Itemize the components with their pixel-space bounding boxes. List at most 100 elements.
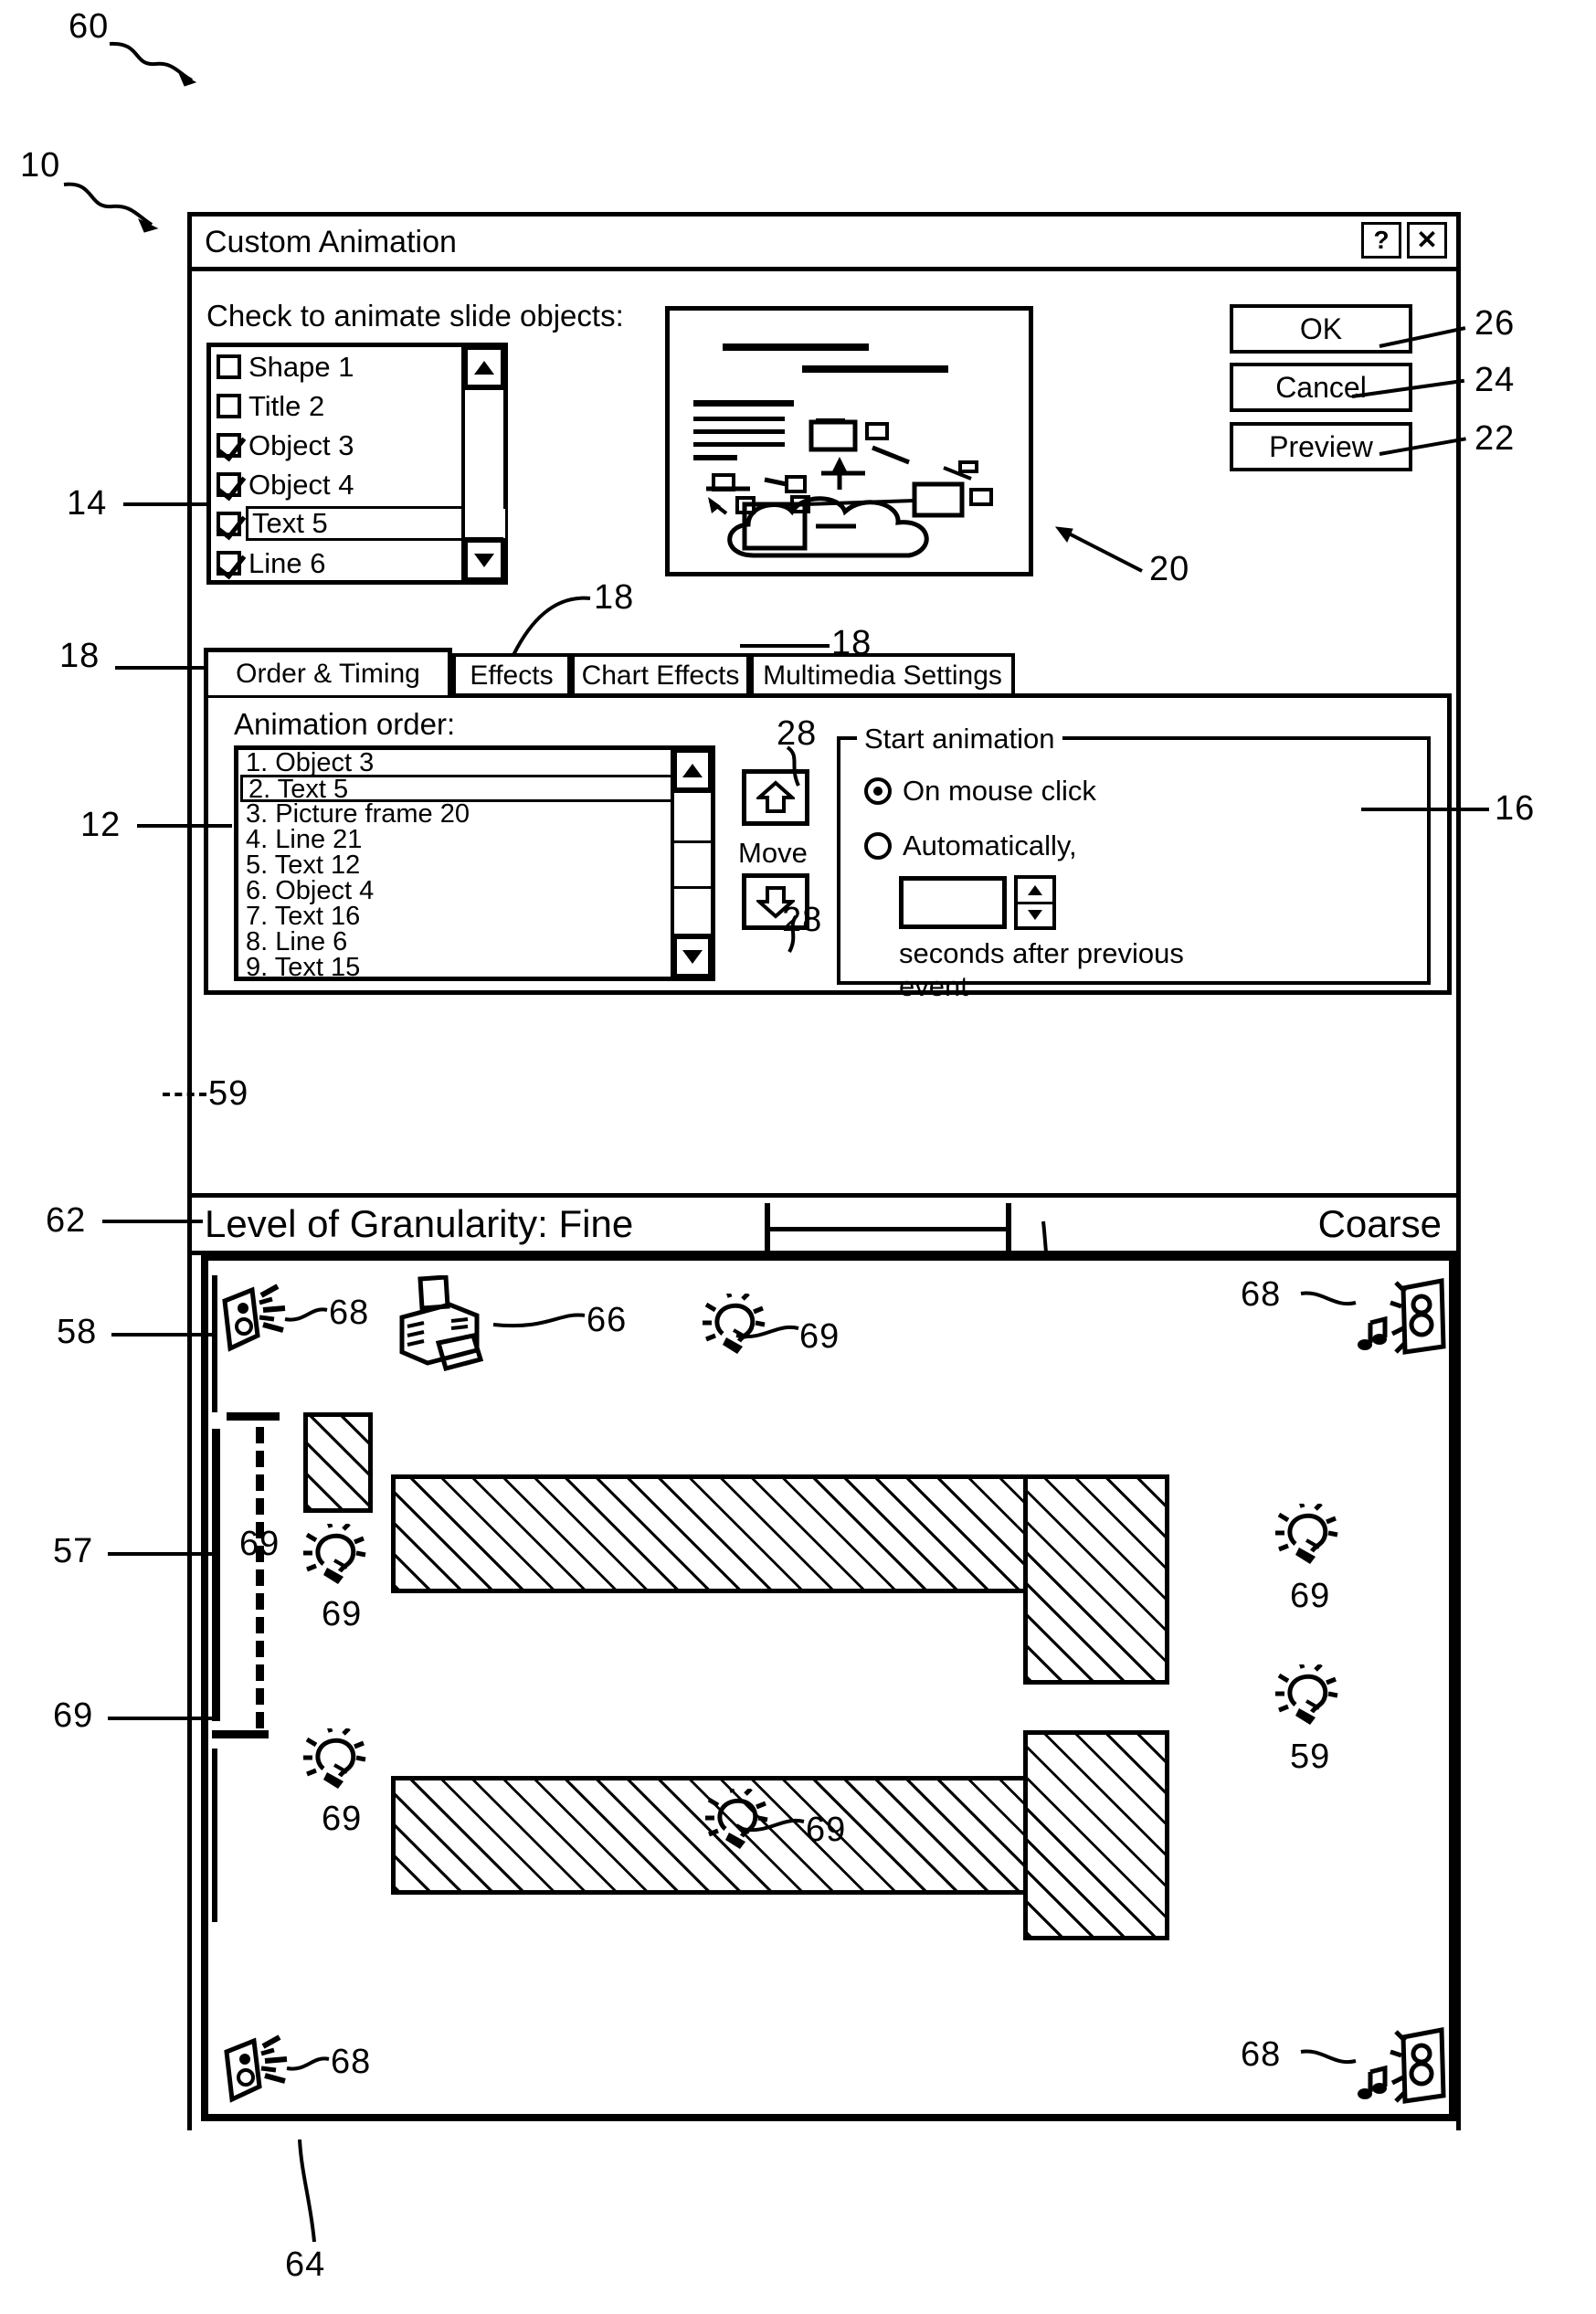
- patent-figure-canvas: 60 10 Custom Animation ? ✕ Check to anim…: [0, 0, 1596, 2314]
- lightbulb-icon: [1272, 1664, 1352, 1736]
- wall-stub-lower: [212, 1730, 269, 1738]
- list-item[interactable]: Object 4: [211, 465, 503, 504]
- list-item[interactable]: Object 3: [211, 426, 503, 465]
- tab-order-timing[interactable]: Order & Timing: [204, 648, 452, 695]
- lead-line-59: [163, 1093, 206, 1096]
- animation-order-scrollbar[interactable]: [671, 750, 711, 977]
- reference-numeral-22: 22: [1474, 419, 1516, 458]
- list-item[interactable]: 7. Text 16: [238, 903, 711, 930]
- dialog-title: Custom Animation: [205, 224, 457, 259]
- slide-preview-thumbnail[interactable]: [665, 306, 1033, 576]
- lightbulb-icon: [300, 1524, 380, 1595]
- group-title: Start animation: [857, 723, 1062, 755]
- list-item-selected[interactable]: Text 5: [211, 504, 508, 544]
- tab-strip: Order & Timing Effects Chart Effects Mul…: [204, 648, 1452, 695]
- list-item[interactable]: Title 2: [211, 386, 503, 426]
- spinner-up-icon[interactable]: [1018, 879, 1052, 904]
- radio-on-mouse-click[interactable]: On mouse click: [864, 775, 1096, 808]
- list-item-label: 9. Text 15: [246, 953, 361, 982]
- checkbox-checked-icon[interactable]: [217, 433, 241, 458]
- checkbox-checked-icon[interactable]: [217, 512, 241, 536]
- reference-numeral-18-b: 18: [831, 624, 872, 662]
- lead-line-69-top: [735, 1325, 799, 1339]
- start-animation-group: Start animation On mouse click Automatic…: [837, 723, 1431, 1002]
- lead-line-68-bl: [286, 2056, 330, 2071]
- delay-suffix-line2: event: [899, 970, 968, 1002]
- reference-numeral-59-label: 59: [208, 1074, 249, 1113]
- checkbox-icon[interactable]: [217, 394, 241, 418]
- reference-numeral-69-bot: 69: [806, 1811, 847, 1849]
- animation-order-label: Animation order:: [234, 707, 456, 741]
- reference-numeral-68-br: 68: [1241, 2035, 1282, 2074]
- slide-object-checklist[interactable]: Shape 1 Title 2 Object 3 Object 4 Text 5: [206, 343, 508, 585]
- checkbox-icon[interactable]: [217, 354, 241, 379]
- scroll-up-icon[interactable]: [465, 347, 503, 387]
- list-item[interactable]: 1. Object 3: [238, 748, 711, 777]
- lead-line-28-up: [786, 745, 800, 787]
- reference-numeral-68-tr: 68: [1241, 1275, 1282, 1314]
- radio-button-icon[interactable]: [864, 777, 892, 805]
- order-timing-panel: Animation order: 1. Object 3 2. Text 5 3…: [80, 693, 1534, 1002]
- tab-effects[interactable]: Effects: [452, 653, 571, 695]
- reference-numeral-59: 69: [239, 1525, 280, 1563]
- list-item[interactable]: 5. Text 12: [238, 852, 711, 879]
- list-item[interactable]: Shape 1: [211, 347, 503, 386]
- list-item[interactable]: 8. Line 6: [238, 929, 711, 956]
- list-item[interactable]: Line 6: [211, 544, 503, 583]
- hatched-block-lower-right: [1023, 1730, 1169, 1940]
- list-item-label: Object 3: [248, 428, 354, 461]
- scroll-up-icon[interactable]: [674, 750, 711, 790]
- list-item[interactable]: 4. Line 21: [238, 827, 711, 853]
- lead-line-57: [108, 1552, 212, 1556]
- lead-line-14: [123, 502, 209, 506]
- speaker-icon: [1354, 2026, 1454, 2114]
- close-icon[interactable]: ✕: [1407, 222, 1447, 259]
- tab-multimedia-settings[interactable]: Multimedia Settings: [750, 653, 1015, 695]
- reference-numeral-69-top: 69: [799, 1317, 840, 1356]
- delay-input[interactable]: [899, 876, 1007, 929]
- spinner-down-icon[interactable]: [1018, 904, 1052, 927]
- reference-numeral-62: 62: [46, 1201, 87, 1240]
- help-icon[interactable]: ?: [1361, 222, 1401, 259]
- scrollbar-thumb[interactable]: [674, 840, 711, 889]
- lead-line-60: [109, 41, 197, 87]
- lead-line-28-down: [787, 915, 798, 953]
- scroll-down-icon[interactable]: [674, 936, 711, 977]
- reference-numeral-69-ll: 69: [322, 1800, 363, 1838]
- animation-order-list[interactable]: 1. Object 3 2. Text 5 3. Picture frame 2…: [234, 745, 715, 981]
- lead-line-64: [298, 2139, 316, 2243]
- spinner-buttons[interactable]: [1014, 875, 1056, 930]
- list-item-label: Shape 1: [248, 350, 354, 383]
- list-item-label: 2. Text 5: [240, 775, 713, 803]
- slide-thumbnail-graphic: [693, 343, 993, 558]
- scrollbar-track[interactable]: [674, 790, 711, 936]
- list-item-selected[interactable]: 2. Text 5: [238, 775, 713, 803]
- scrollbar-track[interactable]: [465, 387, 503, 540]
- reference-numeral-12: 12: [80, 806, 122, 844]
- delay-suffix-line1: seconds after previous: [899, 937, 1184, 969]
- checklist-scrollbar[interactable]: [461, 347, 503, 580]
- reference-numeral-58: 58: [57, 1313, 98, 1351]
- cancel-button[interactable]: Cancel: [1230, 363, 1412, 412]
- list-item-label: 1. Object 3: [246, 748, 375, 777]
- scroll-down-icon[interactable]: [465, 540, 503, 580]
- radio-button-icon[interactable]: [864, 832, 892, 860]
- reference-numeral-69-lu: 69: [322, 1595, 363, 1633]
- lead-line-10: [63, 182, 159, 233]
- reference-numeral-69-ru: 69: [1290, 1577, 1331, 1615]
- granularity-slider[interactable]: [765, 1203, 1011, 1254]
- radio-automatically[interactable]: Automatically,: [864, 829, 1077, 862]
- delay-spinner[interactable]: [899, 875, 1056, 930]
- tab-chart-effects[interactable]: Chart Effects: [571, 653, 750, 695]
- granularity-control[interactable]: Level of Granularity: Fine Coarse: [192, 1193, 1456, 1255]
- list-item[interactable]: 9. Text 15: [238, 953, 711, 982]
- wall-exterior-top: [201, 1255, 1456, 1261]
- reference-numeral-24: 24: [1474, 361, 1516, 399]
- checkbox-checked-icon[interactable]: [217, 472, 241, 497]
- checkbox-checked-icon[interactable]: [217, 551, 241, 576]
- list-item[interactable]: 6. Object 4: [238, 878, 711, 904]
- list-item[interactable]: 3. Picture frame 20: [238, 801, 711, 828]
- preview-button[interactable]: Preview: [1230, 422, 1412, 471]
- wall-exterior-left: [201, 1255, 208, 2121]
- speaker-icon: [1354, 1277, 1454, 1365]
